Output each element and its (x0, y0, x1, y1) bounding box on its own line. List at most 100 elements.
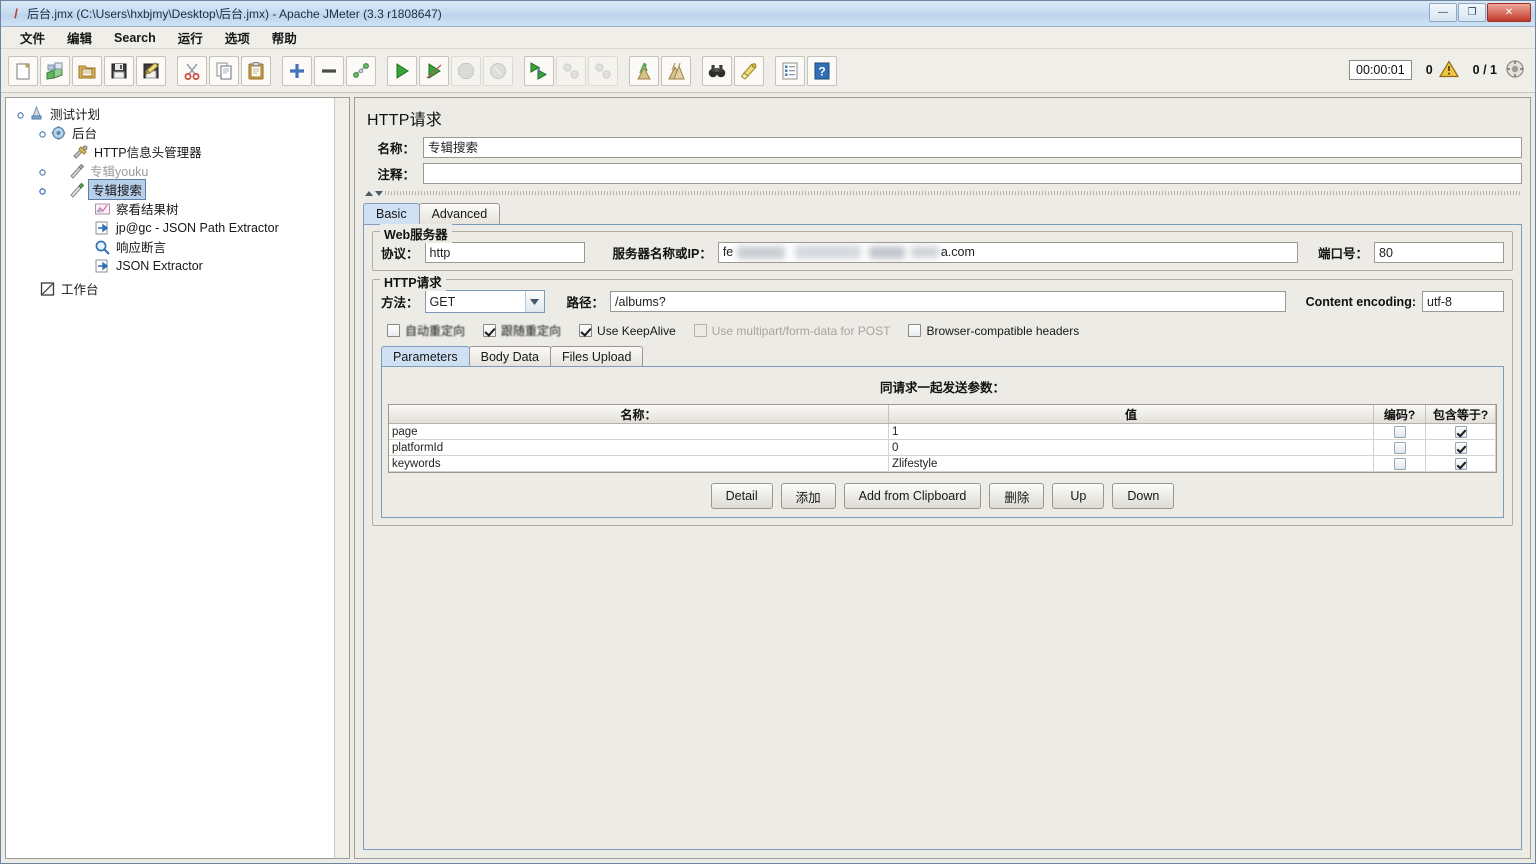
encode-checkbox[interactable] (1393, 425, 1406, 438)
collapse-knob-icon[interactable] (38, 166, 47, 176)
expand-knob-icon[interactable] (38, 128, 47, 138)
menu-item-edit[interactable]: 编辑 (58, 26, 101, 49)
menu-item-file[interactable]: 文件 (11, 26, 54, 49)
collapse-up-icon[interactable] (365, 190, 373, 196)
encode-checkbox[interactable] (1393, 457, 1406, 470)
minimize-button[interactable]: — (1429, 3, 1457, 22)
cell-param-name[interactable]: keywords (389, 456, 889, 471)
collapse-button[interactable] (314, 55, 344, 86)
delete-button[interactable]: 删除 (989, 483, 1045, 509)
tab-basic[interactable]: Basic (363, 203, 420, 224)
tree-node-http-sampler-youku[interactable]: 专辑youku (10, 161, 345, 180)
splitter-bar[interactable] (365, 188, 1522, 198)
new-button[interactable] (8, 55, 38, 86)
maximize-button[interactable]: ❐ (1458, 3, 1486, 22)
function-helper-button[interactable] (775, 55, 805, 86)
cell-include-equals[interactable] (1426, 424, 1496, 439)
table-row[interactable]: platformId 0 (389, 440, 1496, 456)
tree-node-http-sampler-search[interactable]: 专辑搜索 (10, 179, 345, 200)
close-button[interactable]: ✕ (1487, 3, 1531, 22)
add-button[interactable]: 添加 (780, 483, 836, 509)
column-header-name[interactable]: 名称： (389, 405, 889, 423)
menu-item-search[interactable]: Search (105, 29, 165, 47)
start-button[interactable] (387, 55, 417, 86)
menu-item-help[interactable]: 帮助 (263, 26, 306, 49)
start-no-pauses-button[interactable] (419, 55, 449, 86)
reset-search-button[interactable] (734, 55, 764, 86)
table-row[interactable]: keywords Zlifestyle (389, 456, 1496, 472)
tab-advanced[interactable]: Advanced (418, 203, 501, 224)
expand-knob-icon[interactable] (38, 185, 47, 195)
server-name-input[interactable]: fe a.com (717, 242, 1298, 263)
cell-param-value[interactable]: 1 (889, 424, 1374, 439)
expand-knob-icon[interactable] (16, 109, 25, 119)
checkbox-use-keepalive[interactable]: Use KeepAlive (579, 324, 676, 338)
tree-scrollbar[interactable] (334, 98, 349, 858)
cut-button[interactable] (177, 55, 207, 86)
checkbox-follow-redirect[interactable]: 跟随重定向 (483, 322, 561, 339)
cell-include-equals[interactable] (1426, 440, 1496, 455)
cell-encode[interactable] (1374, 440, 1426, 455)
column-header-encode[interactable]: 编码? (1374, 405, 1426, 423)
copy-button[interactable] (209, 55, 239, 86)
comment-input[interactable] (423, 162, 1522, 184)
tree-node-header-manager[interactable]: HTTP信息头管理器 (10, 142, 345, 161)
down-button[interactable]: Down (1112, 483, 1175, 509)
method-select[interactable]: GET (424, 290, 545, 313)
warning-triangle-icon[interactable] (1438, 59, 1459, 81)
include-equals-checkbox[interactable] (1454, 441, 1467, 454)
add-from-clipboard-button[interactable]: Add from Clipboard (843, 483, 982, 509)
menu-item-run[interactable]: 运行 (169, 26, 212, 49)
cell-param-name[interactable]: page (389, 424, 889, 439)
tree-node-view-results-tree[interactable]: 察看结果树 (10, 199, 345, 218)
cell-include-equals[interactable] (1426, 456, 1496, 471)
clear-button[interactable] (629, 55, 659, 86)
remote-start-button[interactable] (524, 55, 554, 86)
save-as-button[interactable] (136, 55, 166, 86)
cell-param-value[interactable]: Zlifestyle (889, 456, 1374, 471)
menu-item-options[interactable]: 选项 (216, 26, 259, 49)
subtab-files-upload[interactable]: Files Upload (549, 346, 644, 366)
column-header-value[interactable]: 值 (889, 405, 1374, 423)
subtab-body-data[interactable]: Body Data (468, 346, 551, 366)
cell-param-name[interactable]: platformId (389, 440, 889, 455)
tree-node-json-extractor[interactable]: JSON Extractor (10, 256, 345, 275)
tree-node-response-assertion[interactable]: 响应断言 (10, 237, 345, 256)
toggle-button[interactable] (346, 55, 376, 86)
help-button[interactable]: ? (807, 55, 837, 86)
templates-button[interactable] (40, 55, 70, 86)
path-input[interactable]: /albums? (610, 291, 1286, 312)
paste-button[interactable] (241, 55, 271, 86)
tree-node-workbench[interactable]: 工作台 (10, 279, 345, 298)
up-button[interactable]: Up (1052, 483, 1105, 509)
checkbox-box[interactable] (579, 324, 593, 337)
checkbox-box[interactable] (483, 324, 497, 337)
remote-stop-button[interactable] (556, 55, 586, 86)
expand-button[interactable] (282, 55, 312, 86)
stop-button[interactable] (451, 55, 481, 86)
include-equals-checkbox[interactable] (1454, 425, 1467, 438)
encode-checkbox[interactable] (1393, 441, 1406, 454)
shutdown-button[interactable] (483, 55, 513, 86)
clear-all-button[interactable] (661, 55, 691, 86)
search-button[interactable] (702, 55, 732, 86)
detail-button[interactable]: Detail (710, 483, 773, 509)
checkbox-box[interactable] (387, 324, 400, 337)
content-encoding-input[interactable]: utf-8 (1422, 291, 1504, 312)
tree-node-thread-group[interactable]: 后台 (10, 123, 345, 142)
subtab-parameters[interactable]: Parameters (381, 346, 470, 366)
checkbox-auto-redirect[interactable]: 自动重定向 (387, 322, 465, 339)
open-button[interactable] (72, 55, 102, 86)
chevron-down-icon[interactable] (524, 291, 544, 312)
collapse-down-icon[interactable] (375, 190, 383, 196)
tree-node-test-plan[interactable]: 测试计划 (10, 104, 345, 123)
save-button[interactable] (104, 55, 134, 86)
tree-node-json-path-extractor[interactable]: jp@gc - JSON Path Extractor (10, 218, 345, 237)
cell-param-value[interactable]: 0 (889, 440, 1374, 455)
checkbox-browser-compatible-headers[interactable]: Browser-compatible headers (908, 324, 1079, 338)
table-row[interactable]: page 1 (389, 424, 1496, 440)
port-input[interactable]: 80 (1374, 242, 1504, 263)
column-header-include-equals[interactable]: 包含等于? (1426, 405, 1496, 423)
name-input[interactable]: 专辑搜索 (423, 136, 1522, 158)
cell-encode[interactable] (1374, 424, 1426, 439)
